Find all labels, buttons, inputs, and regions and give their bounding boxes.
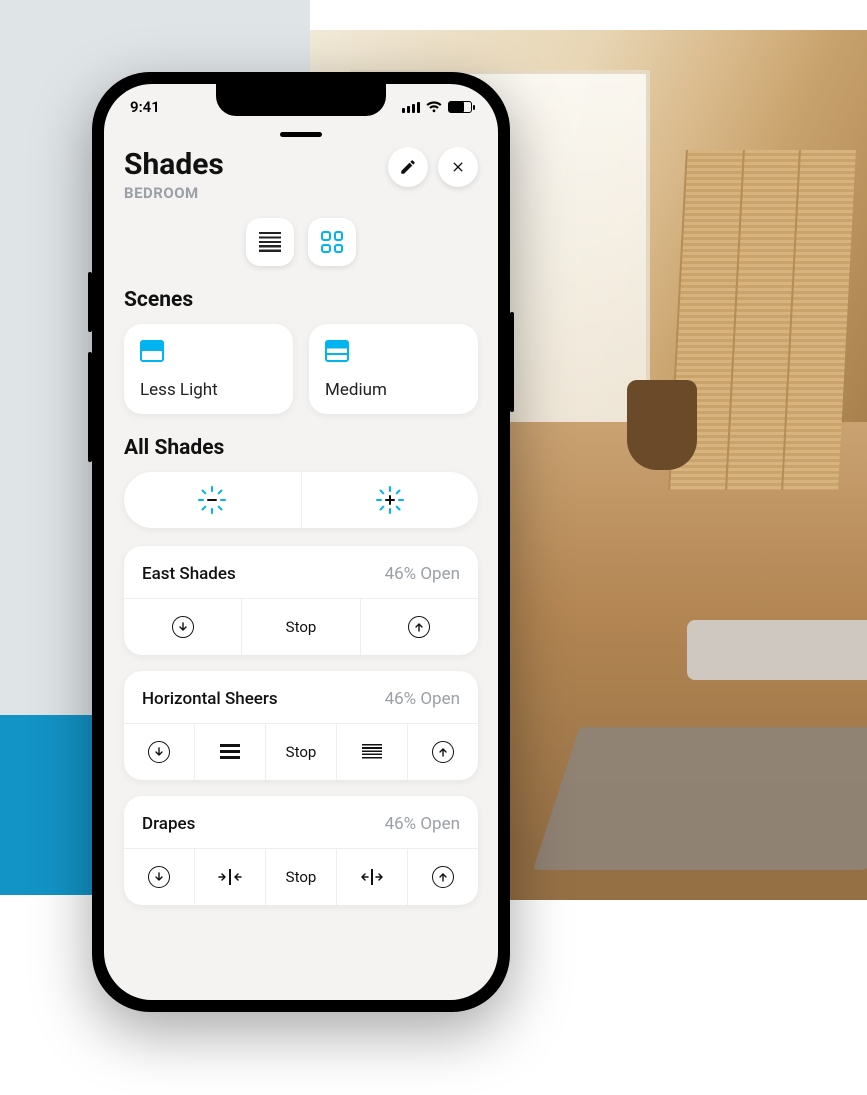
shade-up-button[interactable] xyxy=(407,724,478,780)
blinds-icon xyxy=(259,232,281,252)
phone-notch xyxy=(216,84,386,116)
shade-down-button[interactable] xyxy=(124,599,241,655)
close-button[interactable] xyxy=(438,147,478,187)
page-title: Shades xyxy=(124,147,378,182)
arrow-down-circle-icon xyxy=(148,866,170,888)
battery-icon xyxy=(448,101,472,113)
tilt-open-button[interactable] xyxy=(194,724,265,780)
shade-name: East Shades xyxy=(142,564,236,584)
shade-card-drapes: Drapes 46% Open xyxy=(124,796,478,905)
all-shades-minus[interactable] xyxy=(124,472,301,528)
arrow-up-circle-icon xyxy=(408,616,430,638)
scene-label: Medium xyxy=(325,380,462,400)
phone-frame: 9:41 Shades BEDROOM xyxy=(92,72,510,1012)
shade-up-button[interactable] xyxy=(407,849,478,905)
section-all-shades: All Shades xyxy=(124,436,478,460)
wifi-icon xyxy=(426,101,442,113)
view-grid-button[interactable] xyxy=(308,218,356,266)
arrow-up-circle-icon xyxy=(432,866,454,888)
arrows-out-icon xyxy=(360,869,384,885)
shade-card-east: East Shades 46% Open Stop xyxy=(124,546,478,655)
shade-down-button[interactable] xyxy=(124,849,194,905)
tilt-close-button[interactable] xyxy=(336,724,407,780)
signal-icon xyxy=(402,102,420,113)
slats-closed-icon xyxy=(362,744,382,760)
shade-status: 46% Open xyxy=(385,814,460,834)
arrow-down-circle-icon xyxy=(148,741,170,763)
status-time: 9:41 xyxy=(130,98,160,116)
arrow-up-circle-icon xyxy=(432,741,454,763)
arrow-down-circle-icon xyxy=(172,616,194,638)
shade-stop-button[interactable]: Stop xyxy=(265,849,336,905)
sun-plus-icon xyxy=(375,485,405,515)
sheet-grabber[interactable] xyxy=(280,132,322,137)
pencil-icon xyxy=(399,158,417,176)
sun-minus-icon xyxy=(197,485,227,515)
scene-medium[interactable]: Medium xyxy=(309,324,478,414)
shade-medium-icon xyxy=(325,340,349,362)
view-list-button[interactable] xyxy=(246,218,294,266)
shade-stop-button[interactable]: Stop xyxy=(265,724,336,780)
drapes-close-button[interactable] xyxy=(194,849,265,905)
shade-half-icon xyxy=(140,340,164,362)
shade-name: Drapes xyxy=(142,814,195,834)
all-shades-plus[interactable] xyxy=(301,472,479,528)
shade-up-button[interactable] xyxy=(360,599,478,655)
shade-status: 46% Open xyxy=(385,689,460,709)
grid-icon xyxy=(321,231,343,253)
phone-screen: 9:41 Shades BEDROOM xyxy=(104,84,498,1000)
shade-down-button[interactable] xyxy=(124,724,194,780)
edit-button[interactable] xyxy=(388,147,428,187)
scene-label: Less Light xyxy=(140,380,277,400)
page-subtitle: BEDROOM xyxy=(124,184,378,202)
scene-less-light[interactable]: Less Light xyxy=(124,324,293,414)
arrows-in-icon xyxy=(218,869,242,885)
shade-stop-button[interactable]: Stop xyxy=(241,599,359,655)
drapes-open-button[interactable] xyxy=(336,849,407,905)
slats-open-icon xyxy=(220,744,240,760)
section-scenes: Scenes xyxy=(124,288,478,312)
all-shades-adjust xyxy=(124,472,478,528)
shade-name: Horizontal Sheers xyxy=(142,689,278,709)
close-icon xyxy=(450,159,466,175)
shade-card-sheers: Horizontal Sheers 46% Open Stop xyxy=(124,671,478,780)
shade-status: 46% Open xyxy=(385,564,460,584)
